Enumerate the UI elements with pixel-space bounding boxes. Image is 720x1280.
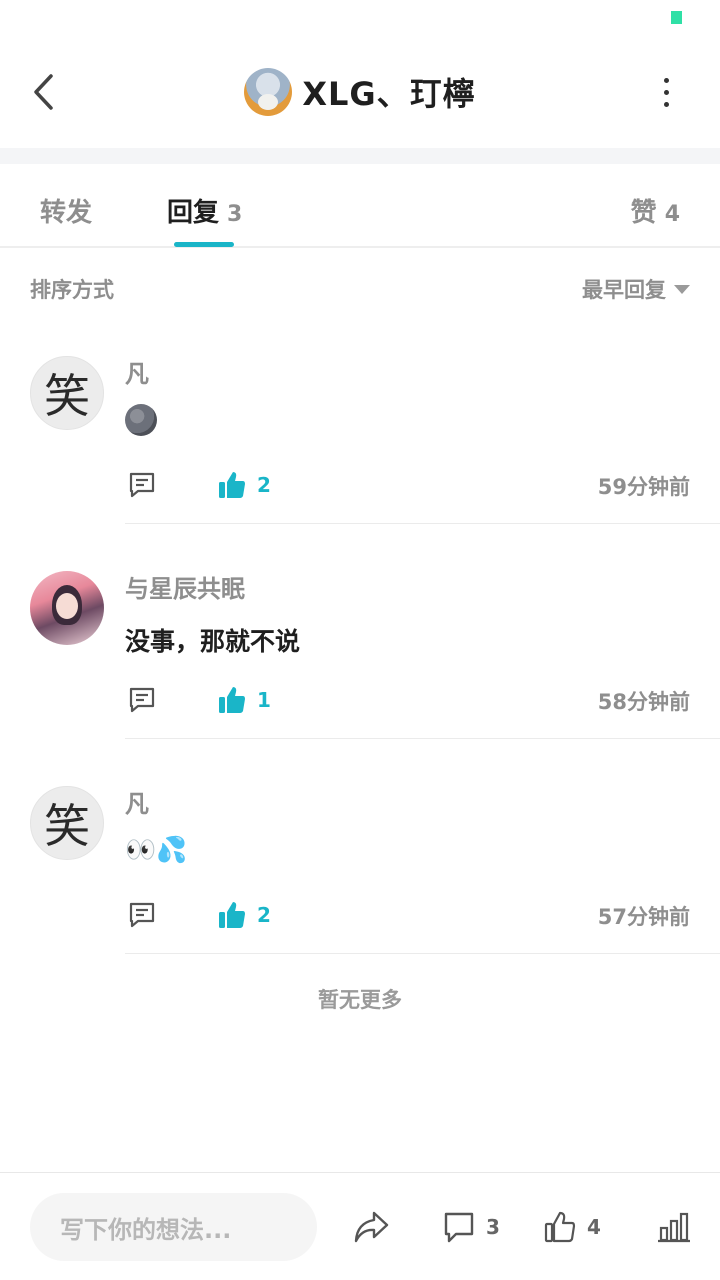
new-moon-face-icon	[125, 404, 157, 436]
message-square-icon	[129, 902, 155, 928]
like-count: 2	[257, 903, 271, 927]
share-arrow-icon	[354, 1211, 389, 1243]
comment-time: 57分钟前	[597, 905, 690, 929]
tab-reply[interactable]: 回复 3	[167, 192, 242, 229]
comment-input[interactable]: 写下你的想法...	[30, 1193, 317, 1261]
like-button[interactable]: 2	[217, 897, 271, 933]
avatar[interactable]	[30, 571, 104, 645]
tab-count: 3	[227, 202, 243, 227]
message-square-icon	[129, 687, 155, 713]
no-more-text: 暂无更多	[318, 988, 402, 1012]
message-square-icon	[129, 472, 155, 498]
divider	[125, 953, 720, 954]
thumbs-up-icon	[219, 902, 245, 928]
dot	[663, 77, 669, 83]
thumbs-up-outline-icon	[544, 1211, 576, 1243]
like-count: 4	[587, 1215, 601, 1239]
comment-count: 3	[486, 1215, 500, 1239]
status-indicator	[671, 11, 682, 24]
comment-time: 59分钟前	[597, 475, 690, 499]
tab-repost[interactable]: 转发	[40, 192, 92, 229]
comment-actions: 1 58分钟前	[125, 682, 690, 718]
comment-actions: 2 57分钟前	[125, 897, 690, 933]
thumbs-up-icon	[219, 687, 245, 713]
thumbs-up-icon	[219, 472, 245, 498]
tab-like[interactable]: 赞 4	[631, 192, 680, 229]
like-button[interactable]: 2	[217, 467, 271, 503]
like-button[interactable]: 1	[217, 682, 271, 718]
comment-author[interactable]: 与星辰共眠	[125, 569, 245, 604]
tab-bar: 转发 回复 3 赞 4	[0, 164, 720, 248]
comment-content	[125, 404, 157, 436]
divider	[125, 738, 720, 739]
avatar[interactable]: 笑	[30, 356, 104, 430]
like-count-button[interactable]: 4	[543, 1207, 601, 1247]
like-count: 2	[257, 473, 271, 497]
sort-dropdown[interactable]: 最早回复	[582, 274, 690, 304]
comment-author[interactable]: 凡	[125, 784, 149, 819]
sort-bar: 排序方式 最早回复	[30, 268, 690, 308]
tab-label: 回复	[167, 198, 220, 228]
section-separator	[0, 148, 720, 164]
avatar[interactable]: 笑	[30, 786, 104, 860]
dot	[663, 89, 669, 95]
reply-button[interactable]	[125, 467, 159, 503]
page-title: XLG、玎檸	[302, 75, 476, 113]
comment-count-button[interactable]: 3	[442, 1207, 500, 1247]
tab-label: 赞	[630, 198, 657, 228]
comment-time: 58分钟前	[597, 690, 690, 714]
comment-item: 与星辰共眠 没事，那就不说 1 58分钟前	[0, 545, 720, 760]
comment-content: 没事，那就不说	[125, 627, 301, 656]
comment-actions: 2 59分钟前	[125, 467, 690, 503]
sort-label: 排序方式	[30, 278, 114, 302]
reply-button[interactable]	[125, 682, 159, 718]
caret-down-icon	[674, 284, 690, 294]
speech-bubble-icon	[444, 1212, 474, 1243]
bar-chart-icon	[658, 1212, 690, 1243]
dot	[663, 101, 669, 107]
active-tab-indicator	[174, 242, 234, 247]
like-count: 1	[257, 688, 271, 712]
divider	[125, 523, 720, 524]
title-group[interactable]: XLG、玎檸	[0, 68, 720, 116]
author-avatar[interactable]	[244, 68, 293, 116]
more-options-button[interactable]	[642, 68, 690, 116]
share-button[interactable]	[352, 1207, 390, 1247]
comment-content: 👀💦	[125, 835, 188, 864]
comment-author[interactable]: 凡	[125, 354, 149, 389]
stats-button[interactable]	[656, 1207, 692, 1247]
top-bar: XLG、玎檸	[0, 40, 720, 148]
input-placeholder: 写下你的想法...	[60, 1215, 232, 1244]
tab-count: 4	[664, 202, 680, 227]
reply-button[interactable]	[125, 897, 159, 933]
comment-item: 笑 凡 👀💦 2 57分钟前	[0, 760, 720, 975]
bottom-bar: 写下你的想法... 3 4	[0, 1172, 720, 1280]
comment-item: 笑 凡 2 59分钟前	[0, 330, 720, 545]
tab-label: 转发	[40, 198, 93, 228]
sort-selected: 最早回复	[582, 278, 666, 302]
